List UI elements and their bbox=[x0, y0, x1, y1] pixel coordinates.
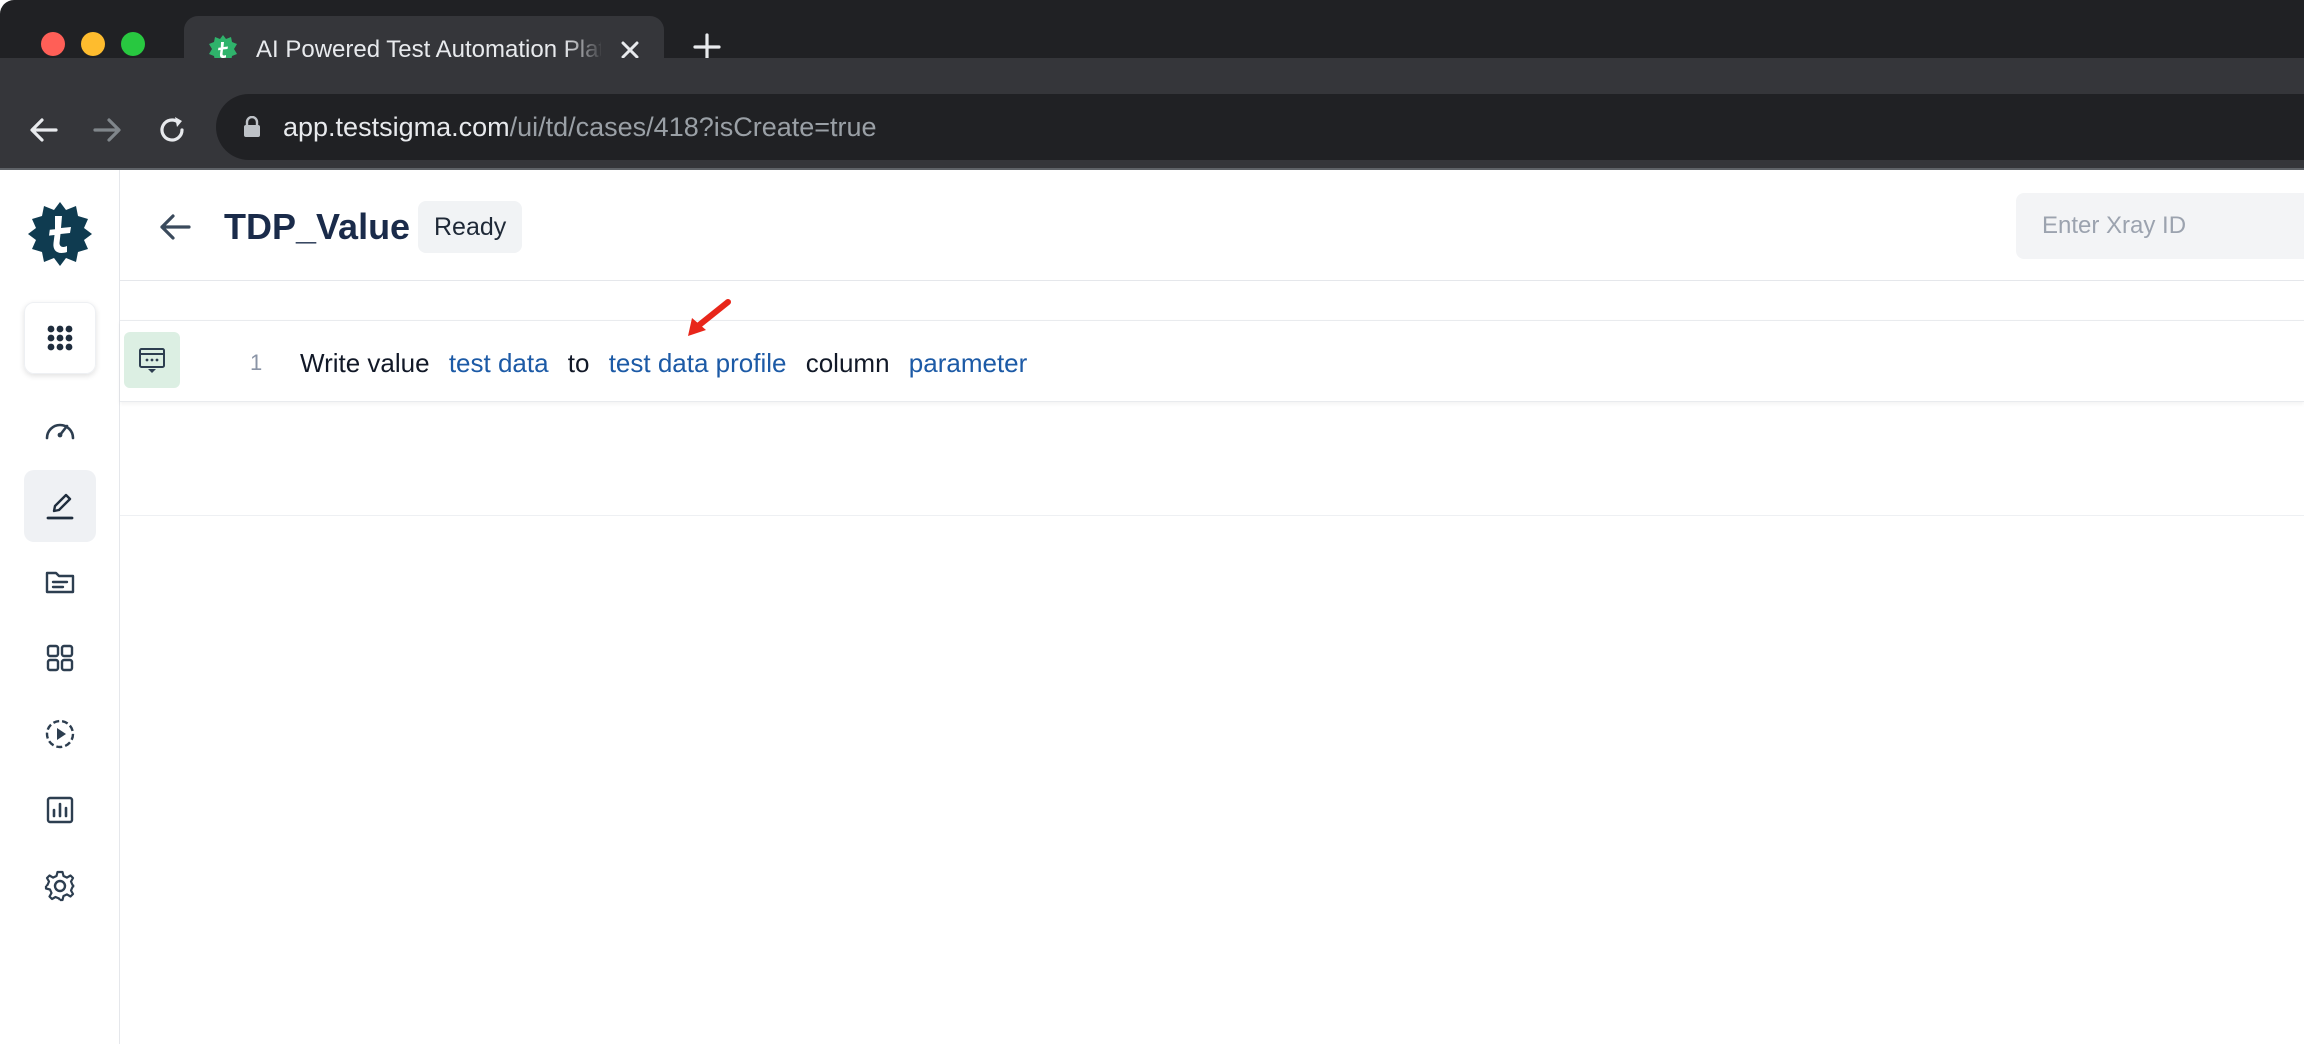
sidebar-item-settings[interactable] bbox=[24, 850, 96, 922]
status-badge: Ready bbox=[418, 201, 523, 253]
chrome-border bbox=[0, 168, 2304, 170]
header-divider bbox=[120, 280, 2304, 281]
page-title: TDP_Value bbox=[224, 206, 411, 247]
back-arrow-icon[interactable] bbox=[156, 208, 194, 246]
step-description[interactable]: Write value test data to test data profi… bbox=[300, 346, 1039, 380]
address-url[interactable]: app.testsigma.com/ui/td/cases/418?isCrea… bbox=[283, 110, 877, 144]
window-minimize-button[interactable] bbox=[81, 32, 105, 56]
edit-cases-icon bbox=[46, 493, 74, 520]
window-maximize-button[interactable] bbox=[121, 32, 145, 56]
empty-step-row[interactable] bbox=[120, 402, 2304, 516]
step-token-to: to bbox=[567, 348, 590, 378]
step-token-action: Write value bbox=[300, 348, 430, 378]
sidebar-item-modules[interactable] bbox=[24, 622, 96, 694]
settings-icon bbox=[44, 870, 75, 902]
sidebar-item-reports[interactable] bbox=[24, 774, 96, 846]
modules-icon bbox=[46, 644, 74, 672]
url-path: /ui/td/cases/418?isCreate=true bbox=[509, 112, 877, 142]
lock-icon[interactable] bbox=[243, 116, 261, 138]
sidebar-item-runs[interactable] bbox=[24, 698, 96, 770]
runs-icon bbox=[45, 719, 75, 749]
step-type-icon bbox=[139, 348, 165, 373]
browser-reload-icon[interactable] bbox=[154, 112, 190, 148]
browser-tab[interactable]: AI Powered Test Automation Platform bbox=[184, 16, 664, 68]
step-token-parameter[interactable]: parameter bbox=[909, 348, 1028, 378]
sidebar-item-files[interactable] bbox=[24, 546, 96, 618]
reports-icon bbox=[46, 796, 74, 824]
apps-grid-icon bbox=[47, 325, 73, 351]
step-token-test-data-profile[interactable]: test data profile bbox=[609, 348, 787, 378]
browser-back-icon[interactable] bbox=[26, 112, 62, 148]
xray-id-input[interactable] bbox=[2016, 193, 2304, 259]
step-token-test-data[interactable]: test data bbox=[449, 348, 549, 378]
step-number: 1 bbox=[250, 350, 263, 375]
browser-forward-icon[interactable] bbox=[89, 112, 125, 148]
sidebar-item-dashboard[interactable] bbox=[24, 394, 96, 466]
annotation-arrow-icon bbox=[688, 299, 731, 336]
step-token-column: column bbox=[805, 348, 890, 378]
sidebar-item-test-cases[interactable] bbox=[24, 470, 96, 542]
sidebar-apps-button[interactable] bbox=[24, 302, 96, 374]
dashboard-icon bbox=[45, 423, 75, 440]
testsigma-logo-icon[interactable] bbox=[26, 200, 94, 268]
url-host: app.testsigma.com bbox=[283, 112, 510, 142]
window-close-button[interactable] bbox=[41, 32, 65, 56]
step-type-button[interactable] bbox=[124, 332, 180, 388]
files-icon bbox=[45, 571, 75, 594]
